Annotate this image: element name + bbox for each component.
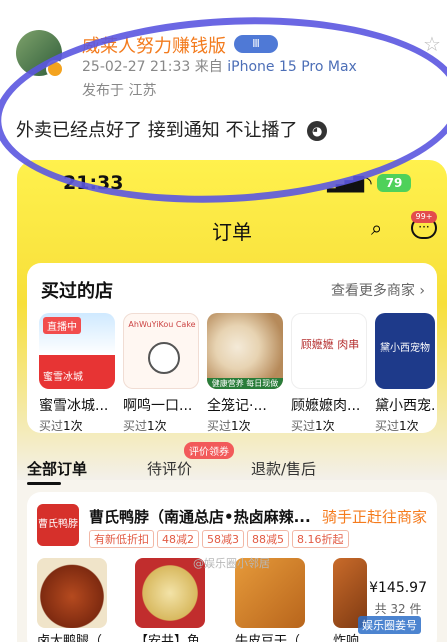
item-name: 【安井】鱼...: [135, 634, 213, 642]
item-name: 牛皮豆干（...: [235, 634, 313, 642]
star-icon[interactable]: ☆: [423, 34, 443, 54]
store-thumbnail: 健康营养 每日现做: [207, 313, 283, 389]
promo-tag: 48减2: [157, 530, 199, 548]
watermark: @娱乐圈小邻居: [193, 557, 270, 570]
weibo-post: 威莱人努力赚钱版 Ⅲ 25-02-27 21:33 来自 iPhone 15 P…: [0, 0, 447, 150]
store-name: 全笼记·...: [207, 398, 267, 414]
post-datetime: 25-02-27 21:33: [82, 59, 191, 75]
promo-tag: 58减3: [202, 530, 244, 548]
promo-tags: 有新低折扣 48减2 58减3 88减5 8.16折起: [89, 530, 352, 548]
store-thumbnail: 黛小西宠物: [375, 313, 435, 389]
post-location: 发布于 江苏: [82, 83, 157, 99]
post-from-label: 来自: [194, 59, 223, 75]
more-stores-link[interactable]: 查看更多商家 ›: [331, 280, 425, 300]
active-tab-indicator: [27, 482, 61, 485]
wifi-icon: ◠: [357, 173, 373, 194]
bought-stores-card: 买过的店 查看更多商家 › 直播中 蜜雪冰城 蜜雪冰城... 买过1次 AhWu…: [27, 263, 437, 433]
store-name: 啊鸣一口...: [123, 398, 193, 414]
store-bought: 买过1次: [39, 419, 83, 433]
order-count: 共 32 件: [374, 602, 422, 616]
status-bar: 21:33 ▂▄▆█ ◠ 79: [17, 160, 447, 204]
order-total: ¥145.97 共 32 件: [369, 580, 427, 617]
promo-tag: 88减5: [247, 530, 289, 548]
post-meta: 25-02-27 21:33 来自 iPhone 15 Pro Max: [82, 56, 357, 76]
order-status: 骑手正赶往商家: [321, 508, 427, 526]
orders-header: 订单 ⌕ ··· 99+: [17, 210, 447, 250]
footer-brand: 娱乐圈姜号: [358, 616, 421, 634]
store-logo-text: AhWuYiKou Cake: [128, 320, 196, 329]
store-item[interactable]: 黛小西宠物 黛小西宠... 买过1次: [375, 313, 435, 434]
more-icon[interactable]: ··· 99+: [411, 211, 437, 239]
store-item[interactable]: 直播中 蜜雪冰城 蜜雪冰城... 买过1次: [39, 313, 115, 434]
item-name: 卤大鸭腿（...: [37, 634, 115, 642]
stores-title: 买过的店: [41, 281, 113, 302]
store-logo-text: 健康营养 每日现做: [207, 378, 283, 389]
phone-screenshot: 21:33 ▂▄▆█ ◠ 79 订单 ⌕ ··· 99+ 买过的店 查看更多商家…: [17, 160, 447, 642]
promo-tag: 有新低折扣: [89, 530, 154, 548]
shop-logo: 曹氏鸭脖: [37, 504, 79, 546]
search-icon[interactable]: ⌕: [371, 217, 393, 239]
store-thumbnail: 直播中 蜜雪冰城: [39, 313, 115, 389]
store-item[interactable]: AhWuYiKou Cake 啊鸣一口... 买过1次: [123, 313, 199, 434]
vip-badge: Ⅲ: [234, 35, 278, 53]
store-name: 顾嬷嬷肉...: [291, 398, 361, 414]
store-item[interactable]: 顾嬷嬷 肉串 顾嬷嬷肉... 买过1次: [291, 313, 367, 434]
tab-refund[interactable]: 退款/售后: [251, 458, 316, 479]
battery-icon: 79: [377, 174, 411, 192]
message-count-badge: 99+: [411, 211, 437, 223]
store-thumbnail: 顾嬷嬷 肉串: [291, 313, 367, 389]
item-image: [37, 558, 107, 628]
order-price: ¥145.97: [369, 580, 427, 596]
post-content: 外卖已经点好了 接到通知 不让播了 ◕: [16, 116, 328, 142]
store-bought: 买过1次: [375, 419, 419, 433]
order-tabs: 全部订单 待评价 评价领券 退款/售后: [17, 442, 447, 486]
store-logo-text: 顾嬷嬷 肉串: [300, 338, 360, 351]
username[interactable]: 威莱人努力赚钱版: [82, 32, 226, 58]
store-name: 黛小西宠...: [375, 398, 435, 414]
store-name: 蜜雪冰城...: [39, 398, 109, 414]
shop-name[interactable]: 曹氏鸭脖（南通总店•热卤麻辣...: [89, 506, 311, 527]
review-coupon-badge: 评价领券: [184, 442, 234, 459]
post-device[interactable]: iPhone 15 Pro Max: [227, 59, 357, 75]
store-bought: 买过1次: [207, 419, 251, 433]
post-text: 外卖已经点好了 接到通知 不让播了: [16, 120, 298, 141]
store-logo-text: 黛小西宠物: [380, 343, 430, 354]
status-time: 21:33: [63, 172, 124, 194]
store-thumbnail: AhWuYiKou Cake: [123, 313, 199, 389]
store-item[interactable]: 健康营养 每日现做 全笼记·... 买过1次: [207, 313, 283, 434]
promo-tag: 8.16折起: [292, 530, 349, 548]
store-logo-text: 蜜雪冰城: [43, 372, 83, 383]
store-bought: 买过1次: [123, 419, 167, 433]
user-avatar[interactable]: [16, 30, 64, 78]
tab-to-review[interactable]: 待评价: [147, 458, 192, 479]
emoji-icon: ◕: [307, 121, 328, 141]
tab-all-orders[interactable]: 全部订单: [27, 458, 87, 479]
live-badge: 直播中: [43, 317, 81, 334]
store-bought: 买过1次: [291, 419, 335, 433]
